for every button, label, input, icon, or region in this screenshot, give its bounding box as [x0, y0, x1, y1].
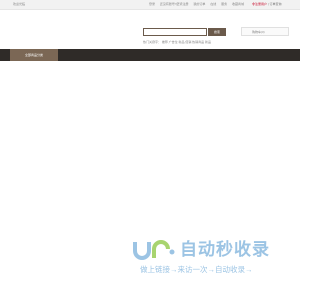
watermark: 自动秒收录 做上链接→来访一次→自动收录→	[132, 238, 284, 278]
register-link[interactable]: 还没有账号?赶紧注册	[160, 2, 189, 6]
watermark-slogan: 做上链接→来访一次→自动收录→	[140, 265, 253, 274]
watermark-brand: 自动秒收录	[180, 240, 270, 259]
main-nav: 全部商品分类	[0, 49, 300, 61]
search-button[interactable]: 搜索	[208, 28, 226, 36]
my-orders-link[interactable]: 我的订单	[193, 2, 205, 6]
watermark-logo-icon	[133, 240, 175, 260]
search-input[interactable]	[143, 28, 207, 36]
service-link[interactable]: 服务	[221, 2, 227, 6]
online-link[interactable]: 在线	[210, 2, 216, 6]
hot-keywords[interactable]: 热门关键字： 推荐 广告位 新品 促销 热销商品 新品	[143, 40, 211, 44]
top-right-links: 非注册用户 | 订单查询	[252, 2, 282, 6]
all-categories-tab[interactable]: 全部商品分类	[10, 49, 58, 61]
cart-button[interactable]: 购物车(0)	[241, 27, 289, 36]
login-link[interactable]: 登录	[149, 2, 155, 6]
non-member-link[interactable]: 非注册用户	[252, 2, 267, 6]
order-query-link[interactable]: 订单查询	[269, 2, 281, 6]
top-bar: 欢迎光临 登录 还没有账号?赶紧注册 我的订单 在线 服务 收藏商城 非注册用户…	[0, 0, 300, 10]
favorites-link[interactable]: 收藏商城	[232, 2, 244, 6]
welcome-text: 欢迎光临	[13, 2, 26, 6]
top-links: 登录 还没有账号?赶紧注册 我的订单 在线 服务 收藏商城	[149, 2, 248, 6]
